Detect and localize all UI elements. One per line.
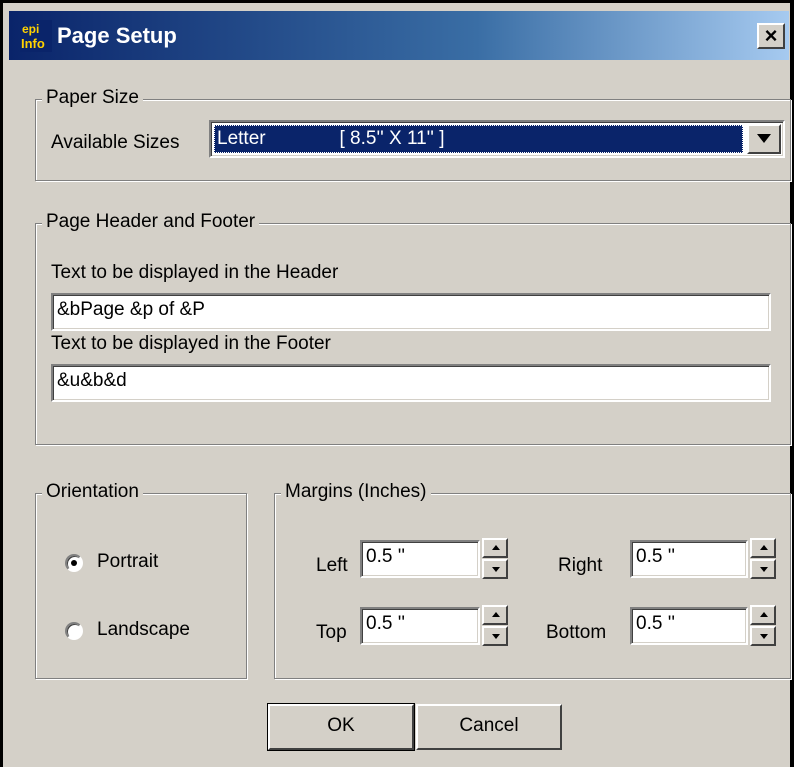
arrow-down-icon xyxy=(492,634,500,639)
bottom-margin-input[interactable]: 0.5 '' xyxy=(630,607,748,645)
landscape-radio-option[interactable]: Landscape xyxy=(65,617,235,647)
left-margin-input[interactable]: 0.5 '' xyxy=(360,540,480,578)
bottom-margin-spinner[interactable] xyxy=(750,605,776,646)
ok-button[interactable]: OK xyxy=(267,703,415,751)
available-sizes-select[interactable]: Letter [ 8.5'' X 11'' ] xyxy=(209,120,785,158)
page-setup-dialog: epi Info Page Setup × Paper Size Availab… xyxy=(0,0,794,767)
arrow-up-icon xyxy=(492,545,500,550)
close-icon: × xyxy=(764,23,778,48)
right-margin-up-button[interactable] xyxy=(750,538,776,558)
footer-text-input[interactable]: &u&b&d xyxy=(51,364,771,402)
paper-size-group-label: Paper Size xyxy=(42,87,143,109)
header-footer-group: Page Header and Footer Text to be displa… xyxy=(35,211,791,445)
top-margin-input[interactable]: 0.5 '' xyxy=(360,607,480,645)
top-margin-label: Top xyxy=(316,622,347,643)
portrait-label[interactable]: Portrait xyxy=(97,551,158,573)
orientation-group: Orientation Portrait Landscape xyxy=(35,481,247,679)
margins-group-label: Margins (Inches) xyxy=(281,481,431,503)
header-footer-group-label: Page Header and Footer xyxy=(42,211,260,233)
radio-selected-dot xyxy=(71,560,77,566)
landscape-radio[interactable] xyxy=(65,622,83,640)
footer-text-label: Text to be displayed in the Footer xyxy=(51,333,331,354)
header-text-label: Text to be displayed in the Header xyxy=(51,262,339,283)
bottom-margin-down-button[interactable] xyxy=(750,626,776,646)
header-text-input[interactable]: &bPage &p of &P xyxy=(51,293,771,331)
epi-info-icon: epi Info xyxy=(20,20,52,52)
cancel-button[interactable]: Cancel xyxy=(416,704,562,750)
paper-size-group: Paper Size Available Sizes Letter [ 8.5'… xyxy=(35,87,791,181)
arrow-up-icon xyxy=(760,545,768,550)
right-margin-down-button[interactable] xyxy=(750,559,776,579)
svg-text:epi: epi xyxy=(22,22,39,36)
title-bar[interactable]: epi Info Page Setup × xyxy=(9,11,789,60)
left-margin-down-button[interactable] xyxy=(482,559,508,579)
chevron-down-icon xyxy=(757,134,771,143)
left-margin-label: Left xyxy=(316,555,348,576)
arrow-down-icon xyxy=(760,567,768,572)
close-button[interactable]: × xyxy=(757,23,785,49)
margins-group: Margins (Inches) Left 0.5 '' Right 0.5 '… xyxy=(274,481,791,679)
top-margin-down-button[interactable] xyxy=(482,626,508,646)
right-margin-label: Right xyxy=(558,555,603,576)
available-sizes-label: Available Sizes xyxy=(51,132,180,153)
left-margin-spinner[interactable] xyxy=(482,538,508,579)
portrait-radio-option[interactable]: Portrait xyxy=(65,549,235,579)
dropdown-button[interactable] xyxy=(747,124,781,154)
top-margin-spinner[interactable] xyxy=(482,605,508,646)
arrow-up-icon xyxy=(760,612,768,617)
left-margin-up-button[interactable] xyxy=(482,538,508,558)
landscape-label[interactable]: Landscape xyxy=(97,619,190,641)
bottom-margin-up-button[interactable] xyxy=(750,605,776,625)
bottom-margin-label: Bottom xyxy=(546,622,607,643)
window-title: Page Setup xyxy=(57,23,177,48)
arrow-down-icon xyxy=(760,634,768,639)
arrow-up-icon xyxy=(492,612,500,617)
right-margin-input[interactable]: 0.5 '' xyxy=(630,540,748,578)
top-margin-up-button[interactable] xyxy=(482,605,508,625)
right-margin-spinner[interactable] xyxy=(750,538,776,579)
portrait-radio[interactable] xyxy=(65,554,83,572)
arrow-down-icon xyxy=(492,567,500,572)
svg-text:Info: Info xyxy=(21,36,45,51)
available-sizes-selected-value: Letter [ 8.5'' X 11'' ] xyxy=(214,125,743,153)
orientation-group-label: Orientation xyxy=(42,481,143,503)
